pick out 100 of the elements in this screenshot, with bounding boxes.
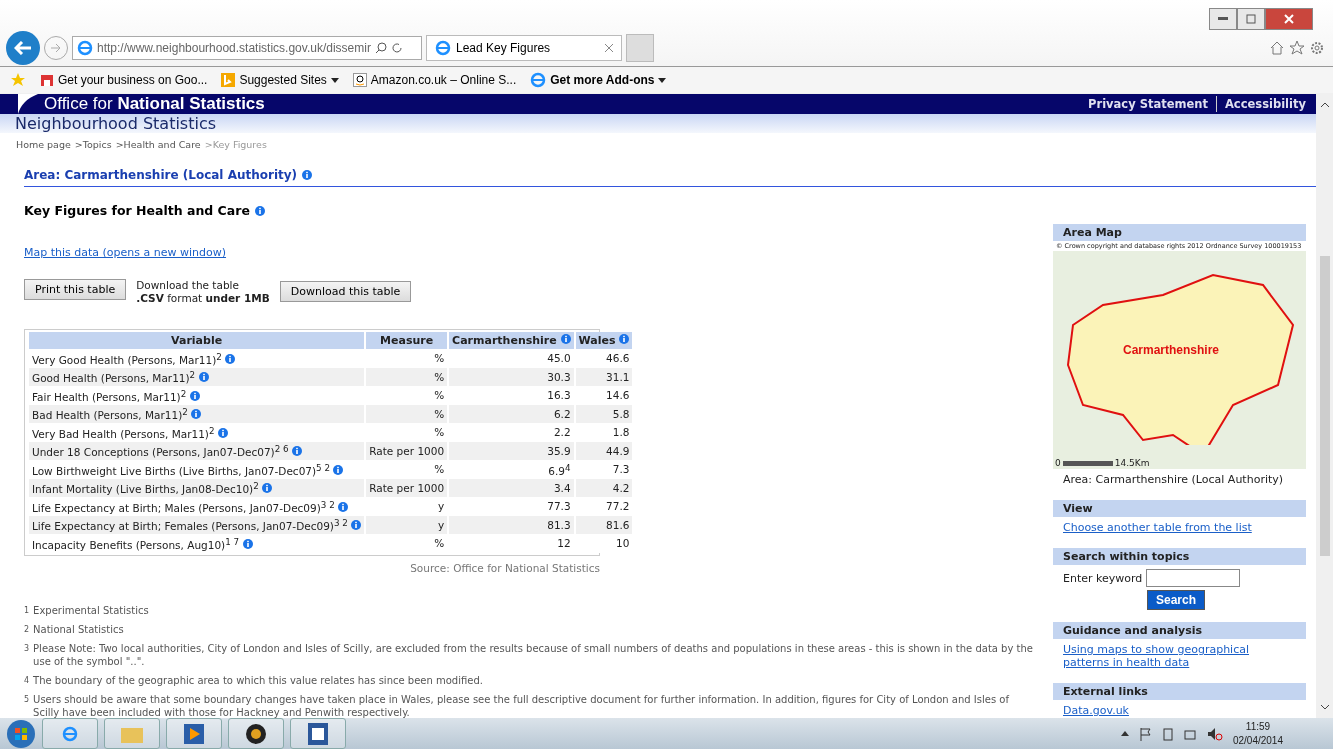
footnote-mark: 2 xyxy=(24,623,30,636)
scale-end: 14.5Km xyxy=(1114,458,1150,468)
footnote-text: National Statistics xyxy=(33,622,124,636)
restore-icon xyxy=(1246,14,1256,24)
muted-speaker-icon[interactable] xyxy=(1206,726,1223,741)
favorite-link[interactable]: Suggested Sites xyxy=(221,73,339,87)
page-title: Key Figures for Health and Care xyxy=(24,203,250,218)
info-icon[interactable] xyxy=(302,170,313,180)
favorite-link[interactable]: Get more Add-ons xyxy=(530,72,667,88)
download-note: .CSV format under 1MB xyxy=(136,292,270,305)
sidebar-heading: View xyxy=(1053,500,1306,517)
browser-tab[interactable]: Lead Key Figures xyxy=(426,35,622,61)
sidebar-heading: Guidance and analysis xyxy=(1053,622,1306,639)
footnote-mark: 4 xyxy=(24,674,30,687)
refresh-icon xyxy=(390,42,403,54)
taskbar-webcam-button[interactable] xyxy=(228,718,284,749)
minimize-button[interactable] xyxy=(1209,8,1237,30)
close-icon xyxy=(1284,14,1294,24)
scroll-up-icon[interactable] xyxy=(1319,102,1330,108)
footnote-text: Experimental Statistics xyxy=(33,603,149,617)
info-icon[interactable] xyxy=(217,427,228,438)
back-button[interactable] xyxy=(6,31,40,65)
map-label: Carmarthenshire xyxy=(1123,343,1220,357)
footnote-mark: 1 xyxy=(24,604,30,617)
forward-arrow-icon xyxy=(50,43,62,53)
info-icon[interactable] xyxy=(338,501,349,512)
info-icon[interactable] xyxy=(262,483,273,493)
map-caption: Area: Carmarthenshire (Local Authority) xyxy=(1062,472,1285,488)
close-tab-icon[interactable] xyxy=(605,44,613,52)
browser-logo-icon xyxy=(530,72,547,88)
scale-start: 0 xyxy=(1055,458,1061,468)
sidebar-heading: Area Map xyxy=(1053,224,1306,241)
store-icon xyxy=(40,73,54,87)
info-icon[interactable] xyxy=(242,538,253,549)
breadcrumb-link[interactable]: >Health and Care xyxy=(115,139,201,150)
info-icon[interactable] xyxy=(191,409,202,419)
home-icon[interactable] xyxy=(1269,40,1285,56)
scale-bar xyxy=(1062,460,1113,466)
scroll-down-icon[interactable] xyxy=(1319,704,1330,710)
source-note: Source: Office for National Statistics xyxy=(409,561,600,574)
external-link[interactable]: Data.gov.uk xyxy=(1063,704,1129,717)
start-orb-icon[interactable] xyxy=(6,718,36,749)
map-placeholder[interactable]: Carmarthenshire 0 14.5Km xyxy=(1053,251,1306,469)
download-note: Download the table xyxy=(136,279,240,292)
taskbar-folder-button[interactable] xyxy=(104,718,160,749)
clock[interactable]: 11:59 02/04/2014 xyxy=(1232,719,1283,748)
breadcrumb-link[interactable]: >Topics xyxy=(74,139,112,150)
scrollbar-thumb[interactable] xyxy=(1319,256,1330,556)
favorite-link[interactable]: Amazon.co.uk – Online S... xyxy=(352,73,517,87)
taskbar-browser-button[interactable] xyxy=(42,718,98,749)
info-icon[interactable] xyxy=(225,353,236,364)
info-icon[interactable] xyxy=(198,372,209,382)
breadcrumb-link[interactable]: Home page xyxy=(16,139,71,150)
star-icon[interactable] xyxy=(1289,40,1305,56)
column-header: Variable xyxy=(29,332,365,349)
amazon-icon xyxy=(352,73,367,87)
settings-icon[interactable] xyxy=(1309,40,1325,56)
info-icon[interactable] xyxy=(560,334,571,344)
taskbar-media-button[interactable] xyxy=(166,718,222,749)
info-icon[interactable] xyxy=(351,520,362,530)
keyword-field[interactable] xyxy=(1146,569,1241,587)
close-button[interactable] xyxy=(1265,8,1313,30)
info-icon[interactable] xyxy=(291,446,302,456)
guidance-link[interactable]: Using maps to show geographical patterns in health data xyxy=(1063,643,1296,669)
search-button[interactable]: Search xyxy=(1147,590,1206,610)
footnote-mark: 5 xyxy=(24,693,30,706)
url-text: http://www.neighbourhood.statistics.gov.uk/dissemir xyxy=(97,41,371,55)
download-button[interactable]: Download this table xyxy=(279,281,412,302)
browser-logo-icon xyxy=(62,725,78,742)
tray-up-arrow-icon[interactable] xyxy=(1120,731,1129,736)
browser-logo-icon xyxy=(435,40,451,56)
browser-logo-icon xyxy=(77,40,93,56)
favorites-star-icon[interactable] xyxy=(10,72,26,88)
sidebar-heading: Search within topics xyxy=(1053,548,1306,565)
info-icon[interactable] xyxy=(619,334,630,344)
info-icon[interactable] xyxy=(254,205,265,216)
webcam-icon xyxy=(245,722,267,745)
view-link[interactable]: Choose another table from the list xyxy=(1063,521,1252,534)
favorite-link[interactable]: Get your business on Goo... xyxy=(40,73,208,87)
map-link[interactable]: Map this data (opens a new window) xyxy=(24,246,227,259)
area-heading: Area: Carmarthenshire (Local Authority) xyxy=(24,168,298,182)
site-brand: Office for National Statistics xyxy=(44,94,265,114)
battery-icon[interactable] xyxy=(1162,726,1173,741)
taskbar-document-button[interactable] xyxy=(290,718,346,749)
header-link[interactable]: Accessibility xyxy=(1224,97,1306,111)
info-icon[interactable] xyxy=(189,390,200,401)
back-arrow-icon xyxy=(14,41,32,55)
column-header: Carmarthenshire xyxy=(449,332,574,349)
restore-button[interactable] xyxy=(1237,8,1265,30)
minimize-icon xyxy=(1218,17,1228,21)
footnote-text: The boundary of the geographic area to which this value relates has since been modified. xyxy=(33,673,483,687)
column-header: Wales xyxy=(575,332,633,349)
flag-icon[interactable] xyxy=(1138,726,1153,741)
document-icon xyxy=(308,722,328,745)
search-icon xyxy=(374,42,387,54)
sidebar-heading: External links xyxy=(1053,683,1306,700)
info-icon[interactable] xyxy=(333,464,344,475)
header-link[interactable]: Privacy Statement xyxy=(1088,97,1208,111)
print-button[interactable]: Print this table xyxy=(24,279,127,300)
address-bar[interactable]: http://www.neighbourhood.statistics.gov.uk/dissemir xyxy=(72,36,422,60)
